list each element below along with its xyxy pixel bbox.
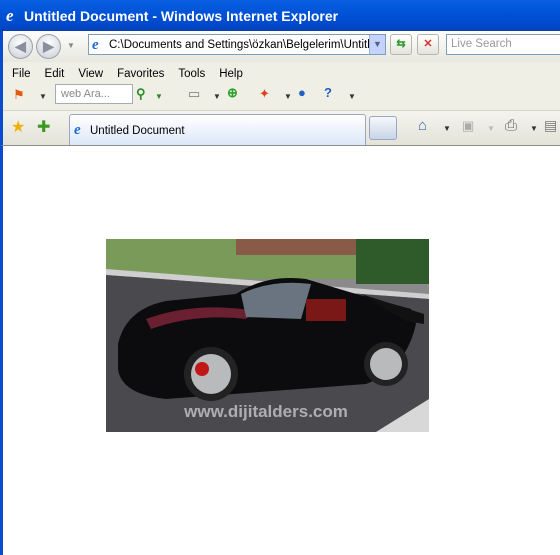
- menu-help[interactable]: Help: [219, 68, 243, 80]
- home-dropdown-icon[interactable]: ▼: [443, 124, 451, 133]
- windows-flag-icon[interactable]: ⚑: [13, 87, 25, 103]
- menu-file[interactable]: File: [12, 68, 31, 80]
- tab-untitled-document[interactable]: e Untitled Document: [69, 114, 366, 146]
- window-title: Untitled Document - Windows Internet Exp…: [24, 7, 339, 24]
- address-row: ◀ ▶ ▼ e C:\Documents and Settings\özkan\…: [3, 31, 560, 62]
- help-dropdown-icon[interactable]: ▼: [348, 92, 356, 101]
- print-icon[interactable]: ⎙: [505, 117, 517, 134]
- refresh-button[interactable]: ⇆: [390, 34, 412, 55]
- search-icon[interactable]: ⚲: [136, 86, 146, 102]
- forward-button[interactable]: ▶: [36, 34, 61, 59]
- ie-logo-icon: e: [5, 6, 21, 26]
- page-icon[interactable]: ▤: [544, 117, 557, 134]
- menu-view[interactable]: View: [78, 68, 103, 80]
- address-dropdown-icon[interactable]: ▼: [369, 35, 385, 54]
- feeds-icon[interactable]: ▣: [462, 118, 474, 134]
- address-value: C:\Documents and Settings\özkan\Belgeler…: [109, 38, 383, 51]
- tab-row: ★ ✚ e Untitled Document ⌂ ▼ ▣ ▼ ⎙ ▼ ▤: [3, 110, 560, 146]
- image-watermark: www.dijitalders.com: [183, 402, 348, 421]
- add-favorite-icon[interactable]: ✚: [37, 117, 50, 137]
- tab-label: Untitled Document: [90, 124, 185, 137]
- browser-chrome: ◀ ▶ ▼ e C:\Documents and Settings\özkan\…: [0, 31, 560, 146]
- msn-dropdown-icon[interactable]: ▼: [284, 92, 292, 101]
- web-search-input[interactable]: web Ara...: [55, 84, 133, 104]
- stop-button[interactable]: ✕: [417, 34, 439, 55]
- print-dropdown-icon[interactable]: ▼: [530, 124, 538, 133]
- menu-bar: File Edit View Favorites Tools Help: [12, 68, 257, 80]
- ie-tab-icon: e: [74, 122, 81, 138]
- back-button[interactable]: ◀: [8, 34, 33, 59]
- messenger-icon[interactable]: ●: [298, 85, 306, 100]
- car-photo: www.dijitalders.com: [106, 239, 429, 432]
- favorites-star-icon[interactable]: ★: [11, 117, 25, 137]
- home-icon[interactable]: ⌂: [418, 117, 427, 134]
- form-dropdown-icon[interactable]: ▼: [213, 92, 221, 101]
- history-dropdown-icon[interactable]: ▼: [67, 41, 75, 50]
- live-search-input[interactable]: Live Search: [446, 34, 560, 55]
- search-dropdown-icon[interactable]: ▼: [155, 92, 163, 101]
- msn-butterfly-icon[interactable]: ✦: [259, 86, 270, 102]
- menu-favorites[interactable]: Favorites: [117, 68, 164, 80]
- menu-edit[interactable]: Edit: [45, 68, 65, 80]
- form-icon[interactable]: ▭: [188, 86, 200, 102]
- flag-dropdown-icon[interactable]: ▼: [39, 92, 47, 101]
- feeds-dropdown-icon[interactable]: ▼: [487, 124, 495, 133]
- address-bar[interactable]: e C:\Documents and Settings\özkan\Belgel…: [88, 34, 386, 55]
- menu-tools[interactable]: Tools: [178, 68, 205, 80]
- ie-page-icon: e: [92, 37, 99, 53]
- add-icon[interactable]: ⊕: [227, 85, 238, 101]
- new-tab-button[interactable]: [369, 116, 397, 140]
- title-bar: e Untitled Document - Windows Internet E…: [0, 0, 560, 31]
- help-icon[interactable]: ?: [324, 85, 332, 100]
- svg-text:e: e: [6, 7, 14, 23]
